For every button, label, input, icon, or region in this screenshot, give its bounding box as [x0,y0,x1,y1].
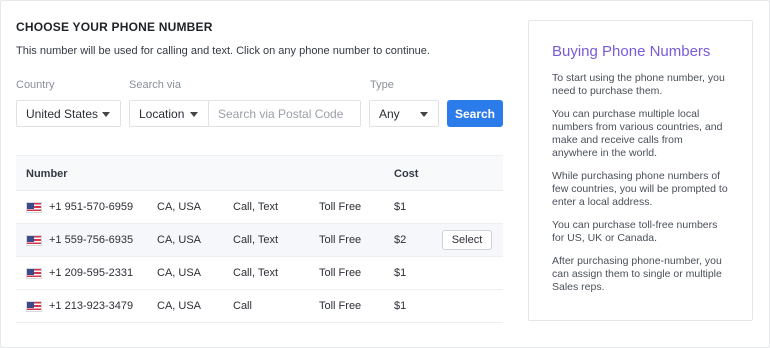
country-select[interactable]: United States [16,100,121,127]
chevron-down-icon [102,112,110,117]
chevron-down-icon [190,112,198,117]
column-header-cost: Cost [394,168,419,180]
number-cost: $1 [394,201,407,213]
number-capabilities: Call, Text [233,201,279,213]
help-paragraph: You can purchase toll-free numbers for U… [552,219,718,244]
search-via-label: Search via [129,79,181,91]
select-button[interactable]: Select [442,230,492,250]
table-body: +1 951-570-6959 CA, USA Call, Text Toll Fre… [16,191,503,323]
type-label: Type [370,79,394,91]
help-paragraph: While purchasing phone numbers of few co… [552,170,728,208]
phone-number: +1 213-923-3479 [49,300,134,312]
number-cost: $1 [394,300,407,312]
number-type: Toll Free [319,300,362,312]
postal-code-placeholder: Search via Postal Code [218,106,344,121]
table-row[interactable]: +1 209-595-2331 CA, USA Call, Text Toll Fre… [16,257,503,290]
help-paragraph: To start using the phone number, you nee… [552,72,725,97]
postal-code-input[interactable]: Search via Postal Code [208,100,361,127]
page-subtitle: This number will be used for calling and… [16,45,430,57]
phone-number-table: Number Cost +1 951-570-6959 CA, USA Call, … [16,155,503,323]
number-capabilities: Call, Text [233,234,279,246]
us-flag-icon [26,268,42,279]
type-select[interactable]: Any [369,100,439,127]
table-row[interactable]: +1 559-756-6935 CA, USA Call, Text Toll Fre… [16,224,503,257]
phone-number: +1 209-595-2331 [49,267,134,279]
phone-number: +1 951-570-6959 [49,201,134,213]
page-title: CHOOSE YOUR PHONE NUMBER [16,20,213,34]
phone-number: +1 559-756-6935 [49,234,134,246]
help-paragraph: After purchasing phone-number, you can a… [552,255,722,293]
search-via-select-value: Location [139,106,185,121]
us-flag-icon [26,301,42,312]
filter-controls: United States Location Search via Postal… [16,100,504,127]
choose-number-panel: CHOOSE YOUR PHONE NUMBER This number wil… [16,20,504,127]
filter-labels: Country Search via Type [16,79,504,95]
number-capabilities: Call, Text [233,267,279,279]
number-type: Toll Free [319,201,362,213]
country-select-value: United States [26,106,99,121]
us-flag-icon [26,202,42,213]
type-select-value: Any [379,106,400,121]
help-paragraph: You can purchase multiple local numbers … [552,108,723,159]
table-row[interactable]: +1 951-570-6959 CA, USA Call, Text Toll Fre… [16,191,503,224]
number-type: Toll Free [319,234,362,246]
us-flag-icon [26,235,42,246]
help-panel: Buying Phone Numbers To start using the … [528,20,753,321]
number-region: CA, USA [157,201,202,213]
help-panel-title: Buying Phone Numbers [552,43,711,60]
search-button[interactable]: Search [447,100,503,127]
column-header-number: Number [26,168,68,180]
number-cost: $1 [394,267,407,279]
number-region: CA, USA [157,267,202,279]
number-cost: $2 [394,234,407,246]
chevron-down-icon [420,112,428,117]
country-label: Country [16,79,55,91]
search-via-select[interactable]: Location [129,100,209,127]
table-header: Number Cost [16,155,503,191]
number-capabilities: Call [233,300,252,312]
number-region: CA, USA [157,234,202,246]
number-region: CA, USA [157,300,202,312]
number-type: Toll Free [319,267,362,279]
table-row[interactable]: +1 213-923-3479 CA, USA Call Toll Free $1 [16,290,503,323]
